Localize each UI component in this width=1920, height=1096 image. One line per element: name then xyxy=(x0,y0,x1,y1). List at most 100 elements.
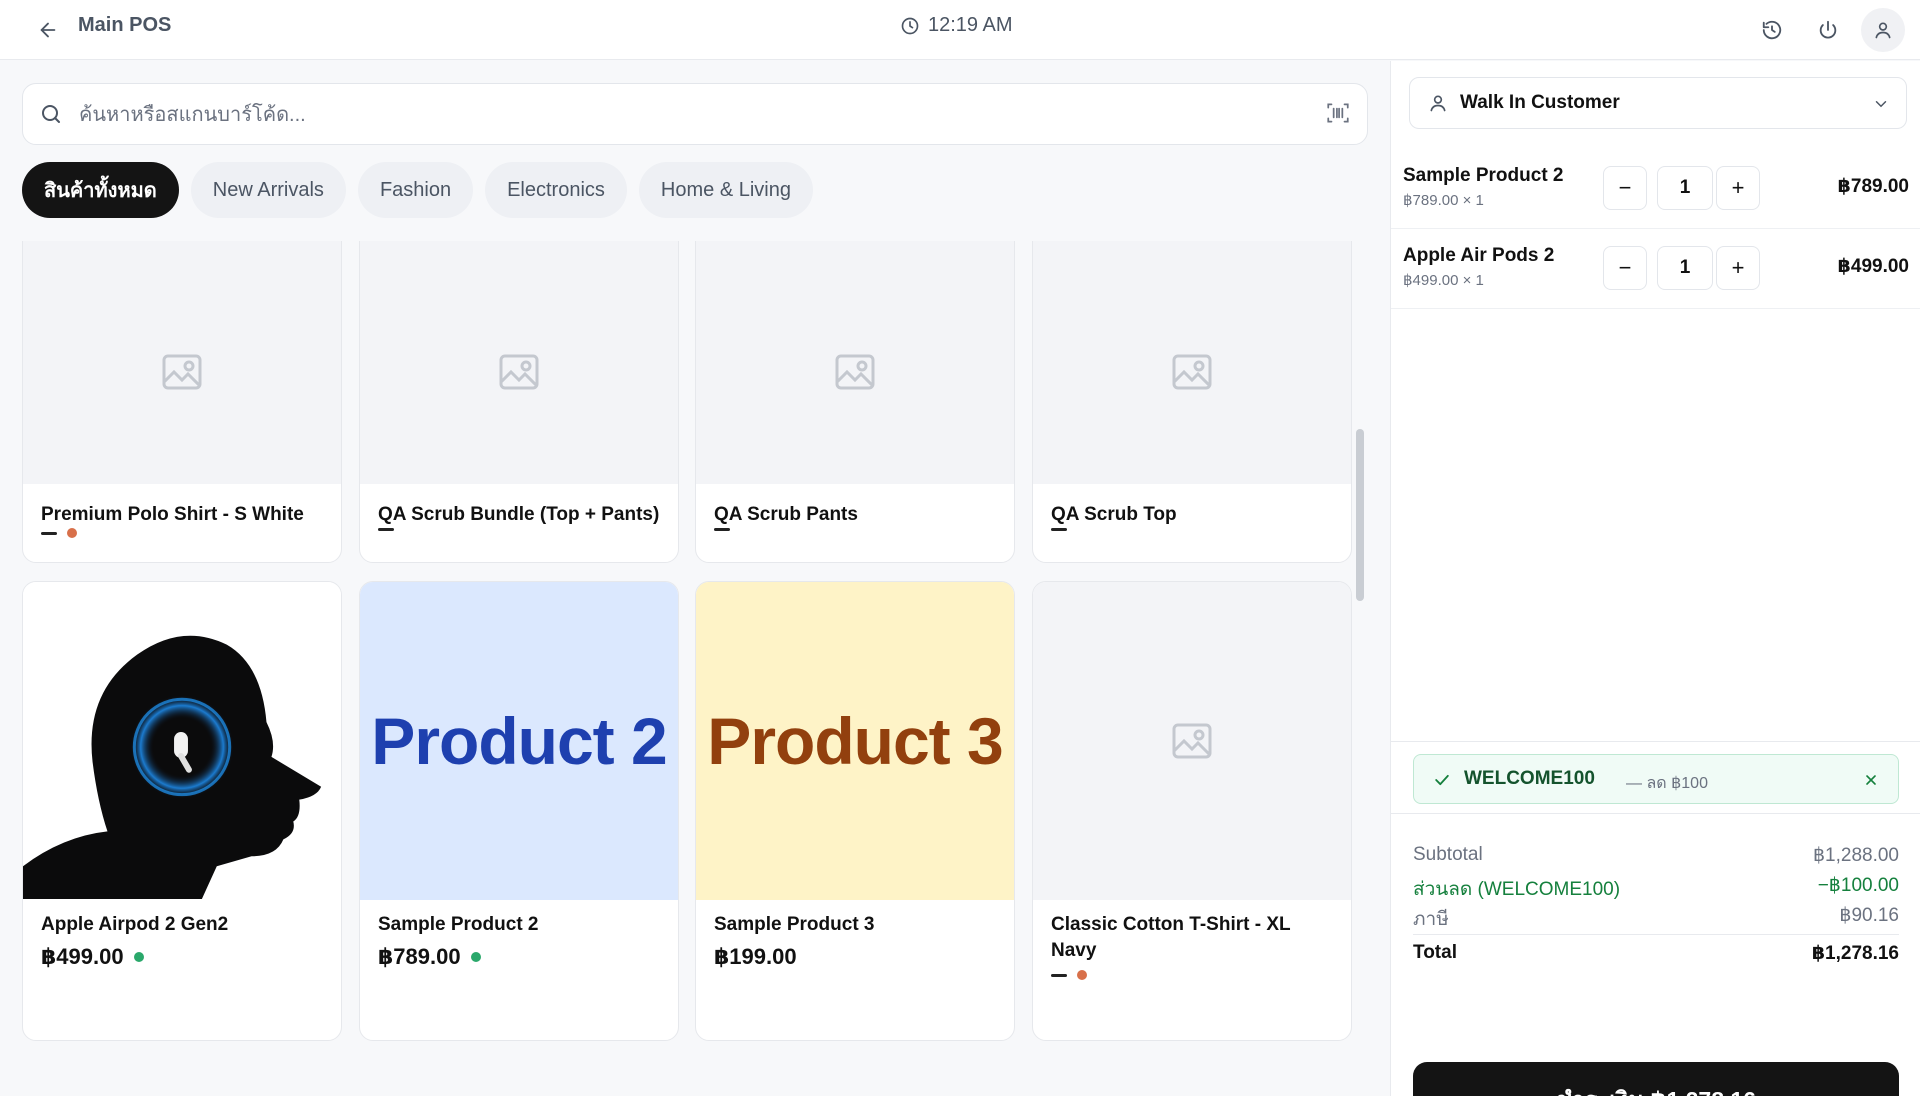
increase-qty-button[interactable]: + xyxy=(1716,166,1760,210)
increase-qty-button[interactable]: + xyxy=(1716,246,1760,290)
tab-all-products[interactable]: สินค้าทั้งหมด xyxy=(22,162,179,218)
product-price xyxy=(714,528,730,531)
product-image xyxy=(23,582,341,900)
decrease-qty-button[interactable]: − xyxy=(1603,246,1647,290)
history-button[interactable] xyxy=(1750,8,1794,52)
tab-fashion[interactable]: Fashion xyxy=(357,162,474,218)
product-image-placeholder xyxy=(1033,582,1351,900)
product-image-text: Product 3 xyxy=(707,704,1003,778)
cart-item: Apple Air Pods 2 ฿499.00 × 1 − + ฿499.00 xyxy=(1391,229,1920,309)
product-name: Sample Product 3 xyxy=(714,914,875,935)
total-value: ฿1,278.16 xyxy=(1811,943,1899,964)
no-price-dash xyxy=(1051,973,1067,977)
price-value: ฿199.00 xyxy=(714,944,797,969)
checkout-button[interactable]: ชำระเงิน ฿1,278.16 xyxy=(1413,1062,1899,1096)
coupon-discount-note: — ลด ฿100 xyxy=(1626,775,1708,792)
product-card[interactable]: QA Scrub Pants xyxy=(695,241,1015,563)
subtotal-value: ฿1,288.00 xyxy=(1812,845,1899,866)
history-icon xyxy=(1762,20,1782,40)
power-icon xyxy=(1819,20,1837,39)
product-grid: Premium Polo Shirt - S White QA Scrub Bu… xyxy=(22,241,1356,1096)
cart-panel: Walk In Customer Sample Product 2 ฿789.0… xyxy=(1390,61,1920,1096)
product-price xyxy=(1051,528,1067,531)
product-image-placeholder xyxy=(360,241,678,484)
no-price-dash xyxy=(378,528,394,531)
clock-time: 12:19 AM xyxy=(928,14,1013,36)
no-price-dash xyxy=(41,531,57,535)
cart-item-unit-price: ฿789.00 × 1 xyxy=(1403,192,1484,209)
stock-status-dot xyxy=(67,528,77,538)
tab-new-arrivals[interactable]: New Arrivals xyxy=(190,162,346,218)
category-tabs: สินค้าทั้งหมด New Arrivals Fashion Elect… xyxy=(22,162,813,218)
user-icon xyxy=(1875,22,1891,39)
product-card[interactable]: QA Scrub Bundle (Top + Pants) xyxy=(359,241,679,563)
product-card[interactable]: Product 2 Sample Product 2 ฿789.00 xyxy=(359,581,679,1041)
cart-item: Sample Product 2 ฿789.00 × 1 − + ฿789.00 xyxy=(1391,149,1920,229)
tab-electronics[interactable]: Electronics xyxy=(485,162,627,218)
product-card[interactable]: QA Scrub Top xyxy=(1032,241,1352,563)
product-name: Classic Cotton T-Shirt - XL Navy xyxy=(1051,914,1291,961)
airpods-model-image xyxy=(23,635,322,900)
image-placeholder-icon xyxy=(162,354,202,390)
product-price xyxy=(1051,970,1087,980)
product-price: ฿499.00 xyxy=(41,944,144,970)
quantity-input[interactable] xyxy=(1657,246,1713,290)
remove-coupon-button[interactable] xyxy=(1858,767,1884,793)
user-icon xyxy=(1430,95,1446,112)
customer-name: Walk In Customer xyxy=(1460,92,1620,113)
divider xyxy=(1413,934,1899,935)
search-bar xyxy=(22,83,1368,145)
decrease-qty-button[interactable]: − xyxy=(1603,166,1647,210)
quantity-input[interactable] xyxy=(1657,166,1713,210)
stock-status-dot xyxy=(1077,970,1087,980)
total-label: Total xyxy=(1413,942,1457,963)
product-name: QA Scrub Pants xyxy=(714,504,858,525)
product-image: Product 3 xyxy=(696,582,1014,900)
barcode-scan-icon[interactable] xyxy=(1325,100,1351,126)
image-placeholder-icon xyxy=(499,354,539,390)
clock: 12:19 AM xyxy=(900,14,1013,37)
image-placeholder-icon xyxy=(1172,723,1212,759)
product-price xyxy=(41,528,77,538)
page-title: Main POS xyxy=(78,14,172,36)
product-card[interactable]: Classic Cotton T-Shirt - XL Navy xyxy=(1032,581,1352,1041)
power-button[interactable] xyxy=(1806,8,1850,52)
arrow-left-icon xyxy=(40,22,56,38)
clock-icon xyxy=(901,17,919,34)
search-input[interactable] xyxy=(79,96,1279,134)
product-image-text: Product 2 xyxy=(371,704,667,778)
plus-icon: + xyxy=(1731,255,1745,280)
product-card[interactable]: Premium Polo Shirt - S White xyxy=(22,241,342,563)
product-name: QA Scrub Top xyxy=(1051,504,1177,525)
subtotal-row: Subtotal ฿1,288.00 xyxy=(1413,844,1899,867)
product-price: ฿199.00 xyxy=(714,944,797,970)
price-value: ฿499.00 xyxy=(41,944,124,969)
no-price-dash xyxy=(714,528,730,531)
product-name: Premium Polo Shirt - S White xyxy=(41,504,304,525)
price-value: ฿789.00 xyxy=(378,944,461,969)
tab-home-living[interactable]: Home & Living xyxy=(638,162,813,218)
product-image-placeholder xyxy=(696,241,1014,484)
subtotal-label: Subtotal xyxy=(1413,844,1483,865)
product-name: QA Scrub Bundle (Top + Pants) xyxy=(378,504,660,525)
product-name: Sample Product 2 xyxy=(378,914,539,935)
coupon-code: WELCOME100 xyxy=(1464,768,1595,789)
coupon-section: WELCOME100 — ลด ฿100 xyxy=(1391,741,1920,804)
discount-value: −฿100.00 xyxy=(1817,875,1899,896)
product-card[interactable]: Apple Airpod 2 Gen2 ฿499.00 xyxy=(22,581,342,1041)
cart-item-total: ฿499.00 xyxy=(1837,256,1909,277)
customer-select[interactable]: Walk In Customer xyxy=(1409,77,1907,129)
product-card[interactable]: Product 3 Sample Product 3 ฿199.00 xyxy=(695,581,1015,1041)
profile-button[interactable] xyxy=(1861,8,1905,52)
product-image: Product 2 xyxy=(360,582,678,900)
tax-label: ภาษี xyxy=(1413,909,1449,930)
discount-label: ส่วนลด (WELCOME100) xyxy=(1413,879,1621,900)
order-summary: Subtotal ฿1,288.00 ส่วนลด (WELCOME100) −… xyxy=(1391,813,1920,1096)
total-row: Total ฿1,278.16 xyxy=(1413,942,1899,965)
scrollbar[interactable] xyxy=(1356,429,1364,601)
back-button[interactable] xyxy=(30,12,66,48)
stock-status-dot xyxy=(470,952,481,962)
tax-value: ฿90.16 xyxy=(1839,905,1899,926)
tax-row: ภาษี ฿90.16 xyxy=(1413,904,1899,934)
product-image-placeholder xyxy=(23,241,341,484)
